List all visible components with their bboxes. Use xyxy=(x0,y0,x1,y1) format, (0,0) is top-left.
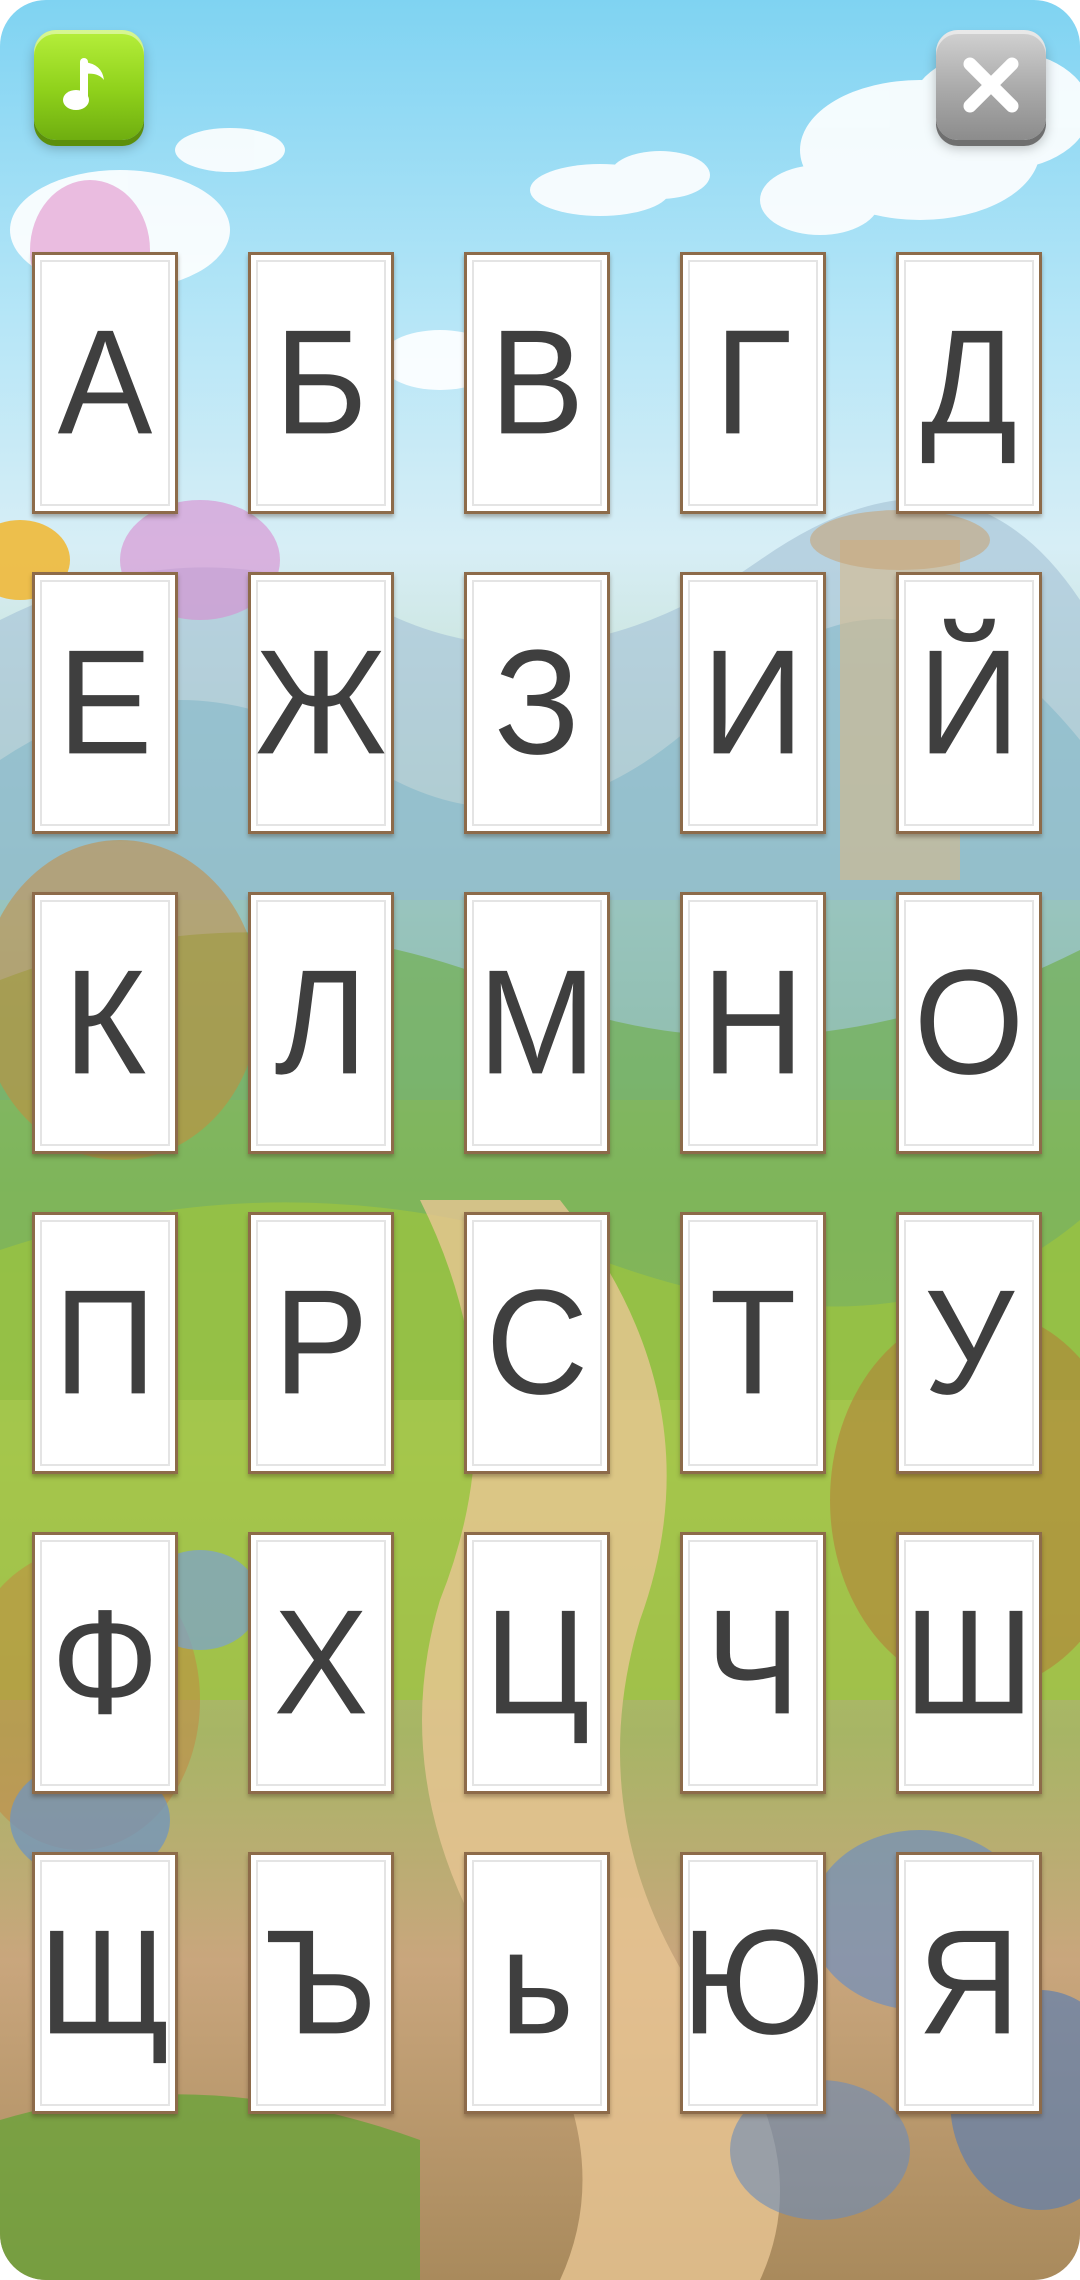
letter-card[interactable]: В xyxy=(464,252,610,514)
card-letter: У xyxy=(923,1259,1015,1426)
letter-card[interactable]: С xyxy=(464,1212,610,1474)
card-letter: А xyxy=(57,299,153,466)
card-letter: Р xyxy=(273,1259,369,1426)
card-letter: Ц xyxy=(484,1579,590,1746)
letter-card[interactable]: ь xyxy=(464,1852,610,2114)
letter-card[interactable]: Ъ xyxy=(248,1852,394,2114)
card-letter: П xyxy=(53,1259,157,1426)
letter-card[interactable]: У xyxy=(896,1212,1042,1474)
card-letter: Е xyxy=(57,619,153,786)
letter-card[interactable]: Ч xyxy=(680,1532,826,1794)
card-letter: М xyxy=(477,939,597,1106)
card-letter: Щ xyxy=(38,1899,172,2066)
card-letter: Л xyxy=(274,939,368,1106)
letter-card[interactable]: Й xyxy=(896,572,1042,834)
card-letter: Ю xyxy=(681,1899,825,2066)
card-letter: Ъ xyxy=(264,1899,378,2066)
card-letter: Д xyxy=(920,299,1018,466)
letter-card[interactable]: Т xyxy=(680,1212,826,1474)
card-letter: В xyxy=(489,299,585,466)
card-letter: Ф xyxy=(51,1579,159,1746)
letter-card[interactable]: Ц xyxy=(464,1532,610,1794)
card-letter: Ч xyxy=(705,1579,801,1746)
letter-card[interactable]: Щ xyxy=(32,1852,178,2114)
card-letter: ь xyxy=(500,1899,574,2066)
card-letter: З xyxy=(494,619,580,786)
letter-card[interactable]: Б xyxy=(248,252,394,514)
letter-card[interactable]: Я xyxy=(896,1852,1042,2114)
letter-card[interactable]: Ф xyxy=(32,1532,178,1794)
letter-card[interactable]: К xyxy=(32,892,178,1154)
card-letter: Н xyxy=(701,939,805,1106)
letter-card[interactable]: Ю xyxy=(680,1852,826,2114)
letter-card[interactable]: Е xyxy=(32,572,178,834)
card-letter: Б xyxy=(274,299,368,466)
letter-card[interactable]: Х xyxy=(248,1532,394,1794)
letter-card[interactable]: Р xyxy=(248,1212,394,1474)
letter-card[interactable]: Н xyxy=(680,892,826,1154)
card-letter: Т xyxy=(709,1259,797,1426)
letter-card[interactable]: Л xyxy=(248,892,394,1154)
letter-grid: А Б В Г Д Е Ж З И Й К Л М Н О П Р С Т У … xyxy=(0,0,1080,2280)
card-letter: Ж xyxy=(255,619,387,786)
card-letter: Й xyxy=(917,619,1021,786)
card-letter: С xyxy=(485,1259,589,1426)
card-letter: Ш xyxy=(903,1579,1035,1746)
letter-card[interactable]: З xyxy=(464,572,610,834)
card-letter: Г xyxy=(714,299,792,466)
letter-card[interactable]: М xyxy=(464,892,610,1154)
letter-card[interactable]: П xyxy=(32,1212,178,1474)
game-screen: А Б В Г Д Е Ж З И Й К Л М Н О П Р С Т У … xyxy=(0,0,1080,2280)
letter-card[interactable]: Г xyxy=(680,252,826,514)
card-letter: И xyxy=(701,619,805,786)
card-letter: Х xyxy=(273,1579,369,1746)
letter-card[interactable]: Д xyxy=(896,252,1042,514)
letter-card[interactable]: О xyxy=(896,892,1042,1154)
letter-card[interactable]: И xyxy=(680,572,826,834)
letter-card[interactable]: Ш xyxy=(896,1532,1042,1794)
letter-card[interactable]: А xyxy=(32,252,178,514)
letter-card[interactable]: Ж xyxy=(248,572,394,834)
card-letter: Я xyxy=(917,1899,1021,2066)
card-letter: К xyxy=(63,939,147,1106)
card-letter: О xyxy=(913,939,1025,1106)
